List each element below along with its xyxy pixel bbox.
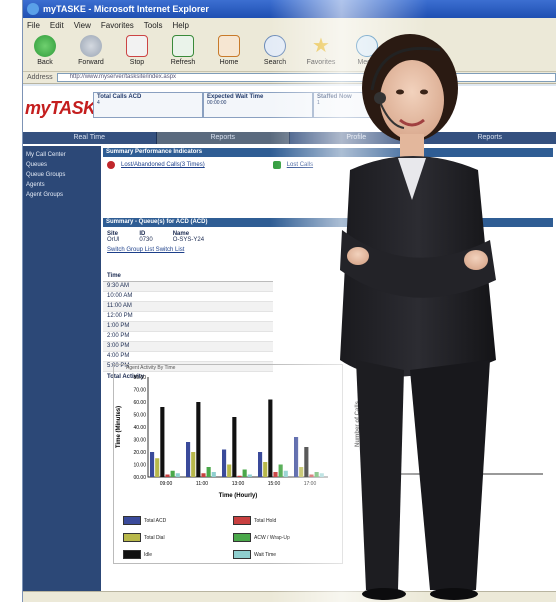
sidebar-item-queue-groups[interactable]: Queue Groups [23,170,101,180]
chart-bar [268,399,273,477]
menu-favorites[interactable]: Favorites [101,21,134,30]
meta-site: Site OrUl [107,231,120,243]
chart-bar [186,442,191,477]
meta-name: Name O-SYS-Y24 [172,231,205,243]
y-tick-label: 40.00 [133,425,146,431]
chart-bar [175,473,180,477]
y-tick-label: 00.00 [133,475,146,481]
sidebar-item-queues[interactable]: Queues [23,160,101,170]
menu-help[interactable]: Help [172,21,188,30]
search-icon [264,35,286,57]
chart-bar [196,402,201,477]
chart-bar [206,467,211,477]
y-axis-label: Time (Minutes) [116,406,122,448]
chart-bar [278,464,283,477]
chart-bar [150,452,155,477]
chart-bar [222,449,227,477]
y-tick-label: 30.00 [133,438,146,444]
back-icon [34,35,56,57]
table-row: 11:00 AM [103,302,273,312]
businesswoman-photo [340,34,496,600]
y-tick-label: 60.00 [133,400,146,406]
ie-logo-icon [27,3,39,15]
chart-bar [258,452,263,477]
chart-bar [247,474,252,477]
sidebar: My Call Center Queues Queue Groups Agent… [23,146,101,591]
chart-bar [170,470,175,477]
refresh-button[interactable]: Refresh [167,35,199,66]
sidebar-item-call-center[interactable]: My Call Center [23,150,101,160]
table-row: 2:00 PM [103,332,273,342]
x-tick-label: 15:00 [268,481,281,487]
y-tick-label: 80.00 [133,375,146,381]
forward-button[interactable]: Forward [75,35,107,66]
table-row: 9:30 AM [103,282,273,292]
forward-icon [80,35,102,57]
tab-reports[interactable]: Reports [156,132,290,144]
stat-total-calls: Total Calls ACD 4 [93,92,203,118]
legend-total-acd: Total ACD [123,516,213,525]
table-row: 10:00 AM [103,292,273,302]
sidebar-item-agent-groups[interactable]: Agent Groups [23,190,101,200]
window-titlebar[interactable]: myTASKE - Microsoft Internet Explorer [23,0,556,18]
tab-real-time[interactable]: Real Time [23,132,157,144]
home-button[interactable]: Home [213,35,245,66]
stat-expected-wait: Expected Wait Time 00:00:00 [203,92,313,118]
stop-button[interactable]: Stop [121,35,153,66]
kpi-lost-abandoned[interactable]: Lost/Abandoned Calls(3 Times) [103,157,209,173]
chart-bar [242,469,247,477]
chart-bar [294,437,299,477]
y-tick-label: 10.00 [133,463,146,469]
chart-bar [237,475,242,477]
table-row: 3:00 PM [103,342,273,352]
chart-bar [232,417,237,477]
sidebar-item-agents[interactable]: Agents [23,180,101,190]
chart-bar [160,407,165,477]
window-title: myTASKE - Microsoft Internet Explorer [43,4,209,14]
table-row: 1:00 PM [103,322,273,332]
meta-id: ID 0730 [139,231,153,243]
chart-bar [165,474,170,477]
table-row: 12:00 PM [103,312,273,322]
chart-bar [273,472,278,477]
x-tick-label: 11:00 [196,481,208,487]
chart-bar [191,452,196,477]
x-tick-label: 09:00 [160,481,173,487]
times-header: Time [103,271,273,282]
y-tick-label: 70.00 [133,388,146,394]
menu-edit[interactable]: Edit [50,21,64,30]
x-tick-label: 13:00 [232,481,245,487]
y-tick-label: 20.00 [133,450,146,456]
y-tick-label: 50.00 [133,413,146,419]
status-green-icon [272,161,281,169]
alert-red-icon [107,161,115,169]
refresh-icon [172,35,194,57]
address-label: Address [27,74,53,81]
menu-file[interactable]: File [27,21,40,30]
home-icon [218,35,240,57]
chart-bar [283,470,288,477]
x-axis-label: Time (Hourly) [219,493,258,499]
menu-view[interactable]: View [74,21,91,30]
back-button[interactable]: Back [29,35,61,66]
chart-bar [263,462,268,477]
chart-bar [211,472,216,477]
table-row: 4:00 PM [103,352,273,362]
search-button[interactable]: Search [259,35,291,66]
chart-bar [155,458,160,477]
chart-bar [227,464,232,477]
chart-bar [201,473,206,477]
legend-idle: Idle [123,550,213,559]
stop-icon [126,35,148,57]
menu-tools[interactable]: Tools [144,21,163,30]
legend-total-dial: Total Dial [123,533,213,542]
